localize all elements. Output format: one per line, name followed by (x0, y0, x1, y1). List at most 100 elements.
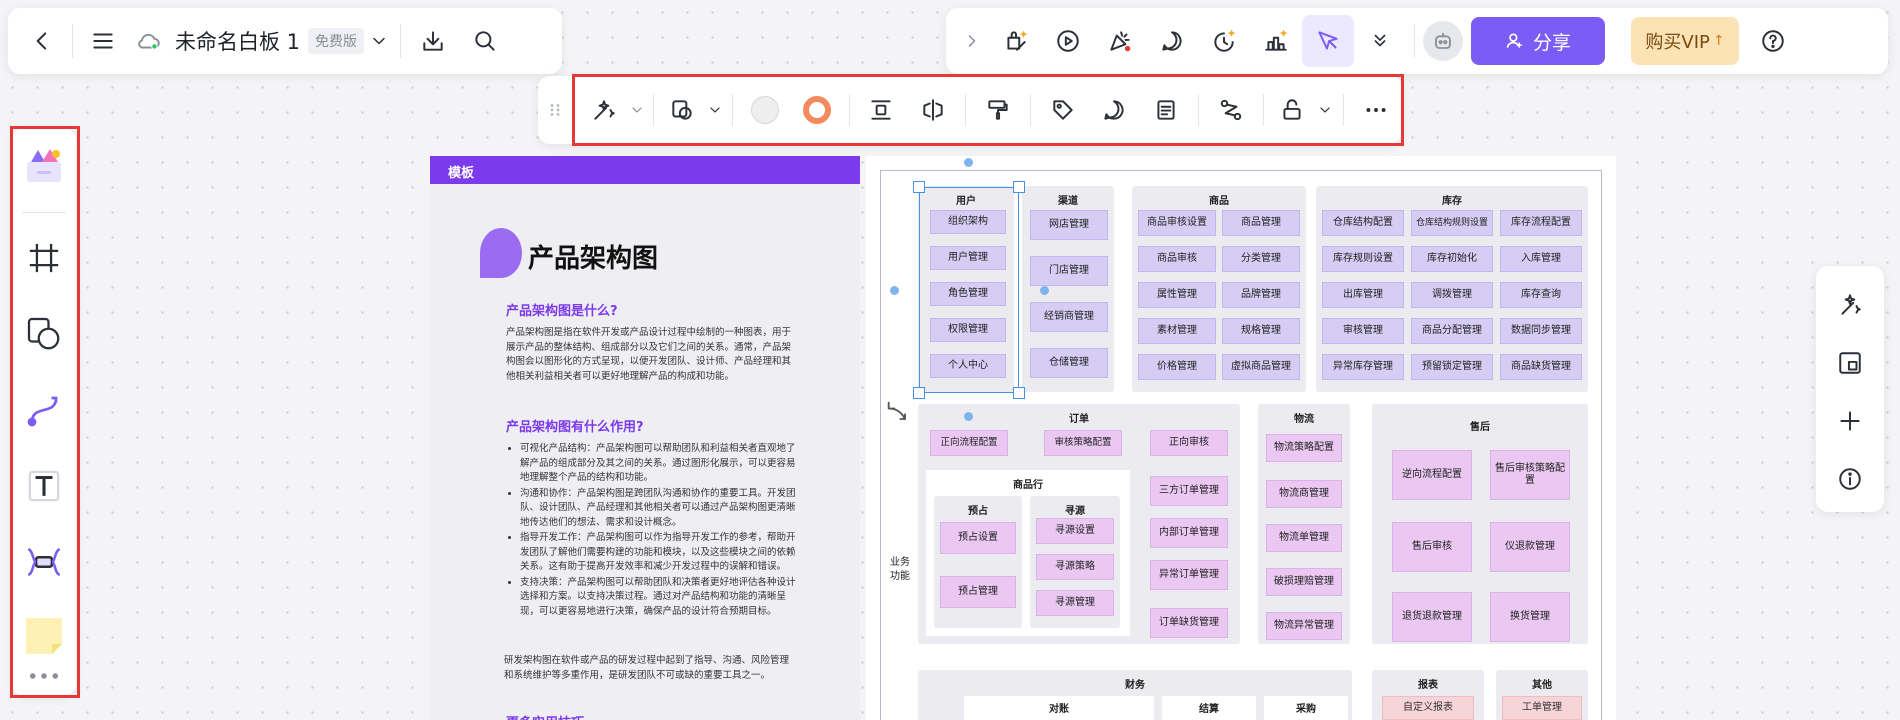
note-button[interactable] (1140, 84, 1192, 136)
architecture-diagram[interactable]: 用户 组织架构 用户管理 角色管理 权限管理 个人中心 渠道 网店管理 门店管理… (866, 156, 1616, 720)
connector-tool-button[interactable] (24, 390, 64, 430)
rotate-handle[interactable] (884, 398, 912, 430)
module-cell[interactable]: 预占设置 (940, 522, 1016, 554)
buy-vip-button[interactable]: 购买VIP ↑ (1631, 17, 1739, 65)
module-cell[interactable]: 售后审核 (1392, 522, 1472, 572)
module-cell[interactable]: 属性管理 (1138, 282, 1216, 308)
module-cell[interactable]: 经销商管理 (1030, 302, 1108, 332)
module-cell[interactable]: 逆向流程配置 (1392, 450, 1472, 500)
module-cell[interactable]: 数据同步管理 (1500, 318, 1582, 344)
avatar[interactable] (1423, 21, 1463, 61)
module-cell[interactable]: 订单缺货管理 (1150, 608, 1228, 638)
group-logistics[interactable]: 物流 物流策略配置 物流商管理 物流单管理 破损理赔管理 物流异常管理 (1258, 404, 1350, 644)
module-cell[interactable]: 商品审核设置 (1138, 210, 1216, 236)
vote-button[interactable] (1250, 15, 1302, 67)
help-button[interactable] (1747, 15, 1799, 67)
module-cell[interactable]: 仓库结构配置 (1322, 210, 1404, 236)
module-cell[interactable]: 个人中心 (930, 354, 1006, 378)
celebrate-button[interactable] (1094, 15, 1146, 67)
drag-handle[interactable] (538, 84, 572, 136)
group-report[interactable]: 报表 自定义报表 (1372, 670, 1484, 720)
fill-color-button[interactable] (739, 84, 791, 136)
module-cell[interactable]: 正向审核 (1150, 430, 1228, 456)
ai-write-button[interactable] (990, 15, 1042, 67)
module-cell[interactable]: 价格管理 (1138, 354, 1216, 380)
menu-button[interactable] (77, 15, 129, 67)
module-cell[interactable]: 权限管理 (930, 318, 1006, 342)
module-cell[interactable]: 库存规则设置 (1322, 246, 1404, 272)
module-cell[interactable]: 虚拟商品管理 (1222, 354, 1300, 380)
module-cell[interactable]: 工单管理 (1502, 696, 1582, 720)
align-button[interactable] (856, 84, 908, 136)
border-color-button[interactable] (791, 84, 843, 136)
resize-handle-top-right[interactable] (1013, 181, 1025, 193)
comments-button[interactable] (1146, 15, 1198, 67)
shape-type-button[interactable] (660, 84, 704, 136)
group-order[interactable]: 订单 正向流程配置 审核策略配置 正向审核 商品行 预占 预占设置 预占管理 寻… (918, 404, 1240, 644)
module-cell[interactable]: 网店管理 (1030, 210, 1108, 240)
group-user[interactable]: 用户 组织架构 用户管理 角色管理 权限管理 个人中心 (918, 186, 1014, 392)
lock-button[interactable] (1270, 84, 1314, 136)
resize-handle-bottom-right[interactable] (1013, 387, 1025, 399)
module-cell[interactable]: 审核管理 (1322, 318, 1404, 344)
module-cell[interactable]: 素材管理 (1138, 318, 1216, 344)
document-title[interactable]: 未命名白板 1 (175, 26, 300, 56)
title-dropdown-button[interactable] (364, 15, 394, 67)
module-cell[interactable]: 异常订单管理 (1150, 560, 1228, 590)
connection-point-right[interactable] (1040, 286, 1049, 295)
flip-button[interactable] (907, 84, 959, 136)
module-cell[interactable]: 预留锁定管理 (1411, 354, 1493, 380)
format-painter-button[interactable] (972, 84, 1024, 136)
module-cell[interactable]: 门店管理 (1030, 256, 1108, 286)
module-cell[interactable]: 内部订单管理 (1150, 518, 1228, 548)
tag-button[interactable] (1037, 84, 1089, 136)
module-cell[interactable]: 品牌管理 (1222, 282, 1300, 308)
module-cell[interactable]: 破损理赔管理 (1266, 568, 1342, 596)
comment-button[interactable] (1089, 84, 1141, 136)
shape-type-dropdown[interactable] (704, 84, 726, 136)
module-cell[interactable]: 规格管理 (1222, 318, 1300, 344)
module-cell[interactable]: 异常库存管理 (1322, 354, 1404, 380)
more-tools-button[interactable] (24, 664, 64, 688)
module-cell[interactable]: 角色管理 (930, 282, 1006, 306)
module-cell[interactable]: 审核策略配置 (1044, 430, 1122, 456)
cloud-sync-status[interactable] (129, 15, 169, 67)
connection-point-top[interactable] (964, 158, 973, 167)
module-cell[interactable]: 仪退款管理 (1490, 522, 1570, 572)
module-cell[interactable]: 仓库结构规则设置 (1411, 210, 1493, 236)
module-cell[interactable]: 寻源策略 (1036, 554, 1114, 580)
module-cell[interactable]: 组织架构 (930, 210, 1006, 234)
group-inventory[interactable]: 库存 仓库结构配置 仓库结构规则设置 库存流程配置 库存规则设置 库存初始化 入… (1316, 186, 1588, 392)
module-cell[interactable]: 预占管理 (940, 576, 1016, 608)
group-product[interactable]: 商品 商品审核设置 商品管理 商品审核 分类管理 属性管理 品牌管理 素材管理 … (1132, 186, 1306, 392)
module-cell[interactable]: 正向流程配置 (930, 430, 1008, 456)
presentation-button[interactable] (1042, 15, 1094, 67)
download-button[interactable] (407, 15, 459, 67)
minimap-button[interactable] (1825, 338, 1875, 388)
module-cell[interactable]: 商品分配管理 (1411, 318, 1493, 344)
module-cell[interactable]: 出库管理 (1322, 282, 1404, 308)
module-cell[interactable]: 仓储管理 (1030, 348, 1108, 378)
lock-dropdown[interactable] (1314, 84, 1338, 136)
module-cell[interactable]: 物流商管理 (1266, 480, 1342, 508)
share-button[interactable]: 分享 (1471, 17, 1605, 65)
module-cell[interactable]: 三方订单管理 (1150, 476, 1228, 506)
module-cell[interactable]: 换货管理 (1490, 592, 1570, 642)
search-button[interactable] (459, 15, 511, 67)
zoom-in-button[interactable] (1825, 396, 1875, 446)
module-cell[interactable]: 库存流程配置 (1500, 210, 1582, 236)
connection-point-bottom[interactable] (964, 412, 973, 421)
group-aftersale[interactable]: 售后 逆向流程配置 售后审核策略配置 售后审核 仪退款管理 退货退款管理 换货管… (1372, 404, 1588, 644)
shape-tool-button[interactable] (24, 314, 64, 354)
module-cell[interactable]: 商品管理 (1222, 210, 1300, 236)
back-button[interactable] (16, 15, 68, 67)
connection-point-left[interactable] (890, 286, 899, 295)
expand-toolbar-button[interactable] (954, 15, 990, 67)
module-cell[interactable]: 物流异常管理 (1266, 612, 1342, 640)
text-tool-button[interactable] (24, 466, 64, 506)
mindmap-tool-button[interactable] (24, 542, 64, 582)
timer-button[interactable] (1198, 15, 1250, 67)
module-cell[interactable]: 售后审核策略配置 (1490, 450, 1570, 500)
frame-tool-button[interactable] (24, 238, 64, 278)
sticky-note-tool-button[interactable] (24, 616, 64, 656)
